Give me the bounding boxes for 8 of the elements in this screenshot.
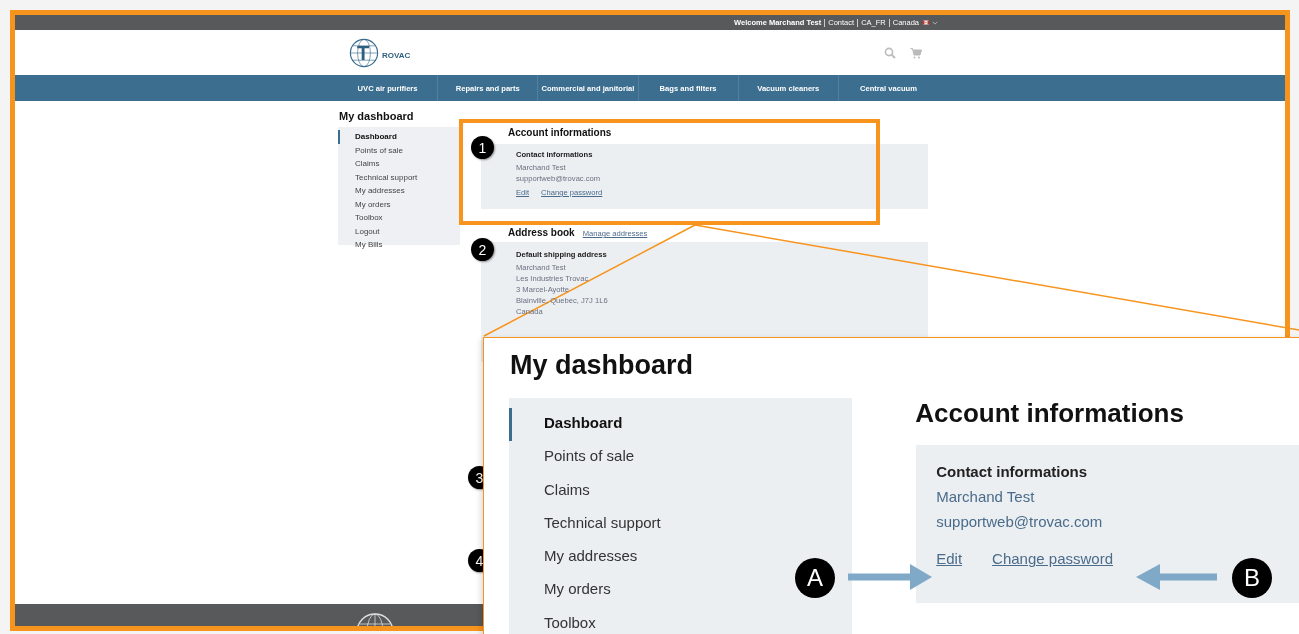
section-heading: Account informations (508, 127, 613, 138)
page-title: My dashboard (339, 110, 415, 122)
section-heading: Address book (508, 227, 575, 238)
contact-name: Marchand Test (936, 488, 1036, 505)
card-title: Contact informations (936, 463, 1089, 480)
page-title: My dashboard (510, 350, 695, 381)
section-heading: Account informations (915, 398, 1185, 429)
contact-email: supportweb@trovac.com (936, 513, 1104, 530)
